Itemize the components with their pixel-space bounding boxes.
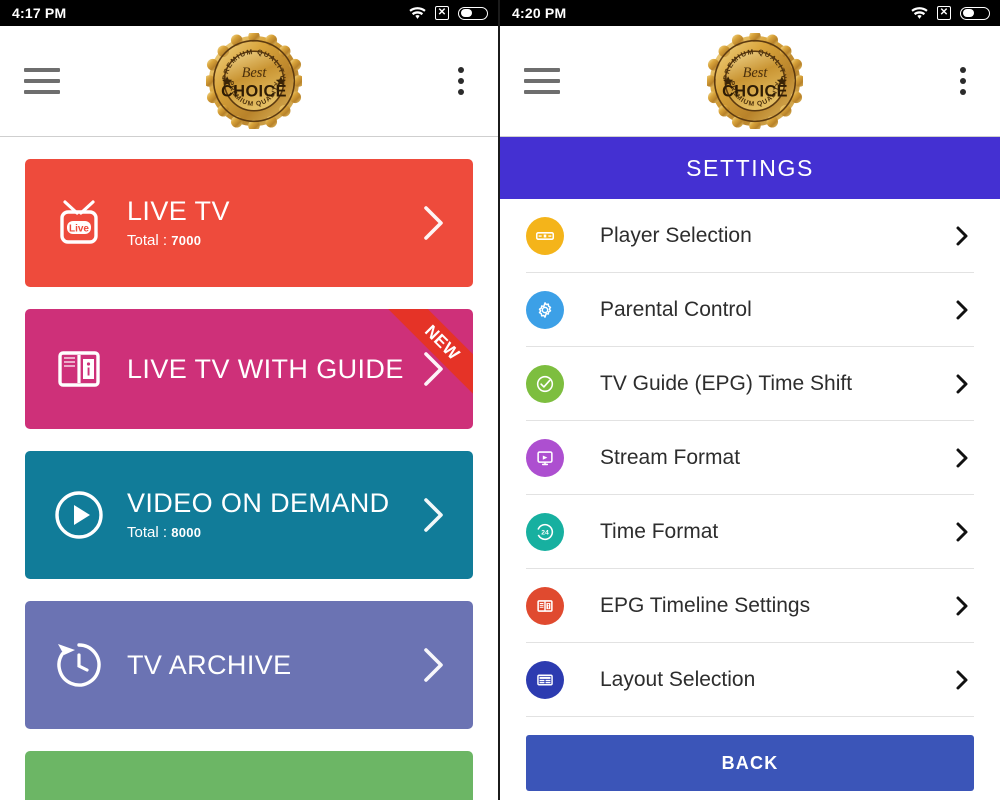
- play-circle-icon: [51, 488, 107, 542]
- chevron-right-icon: [421, 495, 453, 535]
- chevron-right-icon: [954, 595, 974, 617]
- chevron-right-icon: [954, 299, 974, 321]
- player-bar-icon: [526, 216, 564, 255]
- settings-item-label: Parental Control: [600, 297, 752, 321]
- tile-live-tv-body: LIVE TV Total : 7000: [107, 196, 421, 249]
- left-status-bar: 4:17 PM ✕: [0, 0, 498, 26]
- wifi-icon: [409, 6, 426, 20]
- tile-tv-archive-body: TV ARCHIVE: [107, 649, 421, 680]
- best-choice-badge-logo: PREMIUM QUALITY PREMIUM QUALITY Best CHO…: [707, 33, 803, 129]
- tile-tv-archive[interactable]: TV ARCHIVE: [25, 601, 473, 729]
- back-button[interactable]: BACK: [526, 735, 974, 791]
- settings-item-parental-control[interactable]: Parental Control: [526, 273, 974, 347]
- home-tiles-list: Live LIVE TV Total : 7000 LIVE TV WITH G…: [0, 137, 498, 800]
- chevron-right-icon: [954, 669, 974, 691]
- settings-item-label: Player Selection: [600, 223, 752, 247]
- tile-partial-green[interactable]: [25, 751, 473, 800]
- svg-text:24: 24: [541, 529, 549, 536]
- battery-icon: [960, 6, 990, 20]
- gear-icon: [526, 290, 564, 329]
- settings-item-time-format[interactable]: 24 Time Format: [526, 495, 974, 569]
- tile-subtitle-label: Total :: [127, 523, 168, 541]
- monitor-icon: [526, 438, 564, 477]
- chevron-right-icon: [954, 373, 974, 395]
- layout-grid-icon: [526, 660, 564, 699]
- svg-text:Live: Live: [69, 224, 89, 235]
- right-phone-screen: 4:20 PM ✕ PREMIUM QUALITY PREMIUM QUALIT…: [500, 0, 1000, 800]
- hamburger-menu-icon[interactable]: [524, 68, 560, 94]
- wifi-icon: [911, 6, 928, 20]
- tile-video-on-demand-body: VIDEO ON DEMAND Total : 8000: [107, 488, 421, 541]
- tile-subtitle: Total : 8000: [127, 524, 421, 541]
- tile-title: LIVE TV: [127, 196, 230, 227]
- tile-title: TV ARCHIVE: [127, 649, 292, 680]
- tile-video-on-demand[interactable]: VIDEO ON DEMAND Total : 8000: [25, 451, 473, 579]
- svg-text:Best: Best: [743, 65, 769, 81]
- settings-item-label: TV Guide (EPG) Time Shift: [600, 371, 853, 395]
- dual-screenshot-container: 4:17 PM ✕ PREMIUM QUALITY PREMIUM QUALIT…: [0, 0, 1000, 800]
- chevron-right-icon: [954, 225, 974, 247]
- settings-item-label: Stream Format: [600, 445, 741, 469]
- chevron-right-icon: [421, 349, 453, 389]
- settings-item-tv-guide-time-shift[interactable]: TV Guide (EPG) Time Shift: [526, 347, 974, 421]
- settings-banner-title: SETTINGS: [686, 154, 814, 181]
- settings-list: Player Selection Parental Control TV Gui…: [500, 199, 1000, 717]
- tile-title: LIVE TV WITH GUIDE: [127, 353, 404, 384]
- settings-item-label: Layout Selection: [600, 667, 756, 691]
- status-bar-time: 4:17 PM: [12, 5, 67, 21]
- settings-item-layout-selection[interactable]: Layout Selection: [526, 643, 974, 717]
- chevron-right-icon: [954, 447, 974, 469]
- live-tv-icon: Live: [51, 198, 107, 248]
- tile-live-tv-with-guide[interactable]: LIVE TV WITH GUIDE NEW: [25, 309, 473, 429]
- right-status-bar: 4:20 PM ✕: [500, 0, 1000, 26]
- chevron-right-icon: [421, 645, 453, 685]
- settings-banner: SETTINGS: [500, 137, 1000, 199]
- no-sim-icon: ✕: [937, 6, 951, 20]
- hamburger-menu-icon[interactable]: [24, 68, 60, 94]
- status-bar-time: 4:20 PM: [512, 5, 567, 21]
- tile-title: VIDEO ON DEMAND: [127, 488, 390, 519]
- settings-item-label: Time Format: [600, 519, 719, 543]
- right-app-bar: PREMIUM QUALITY PREMIUM QUALITY Best CHO…: [500, 26, 1000, 137]
- svg-text:CHOICE: CHOICE: [722, 82, 788, 100]
- svg-text:Best: Best: [242, 65, 268, 81]
- no-sim-icon: ✕: [435, 6, 449, 20]
- svg-text:CHOICE: CHOICE: [221, 82, 287, 100]
- settings-item-epg-timeline-settings[interactable]: EPG Timeline Settings: [526, 569, 974, 643]
- chevron-right-icon: [954, 521, 974, 543]
- clock-24-icon: 24: [526, 512, 564, 551]
- tile-subtitle: Total : 7000: [127, 232, 421, 249]
- left-phone-screen: 4:17 PM ✕ PREMIUM QUALITY PREMIUM QUALIT…: [0, 0, 500, 800]
- tile-subtitle-label: Total :: [127, 231, 168, 249]
- guide-book-icon: [51, 347, 107, 391]
- best-choice-badge-logo: PREMIUM QUALITY PREMIUM QUALITY Best CHO…: [206, 33, 302, 129]
- settings-item-label: EPG Timeline Settings: [600, 593, 811, 617]
- left-app-bar: PREMIUM QUALITY PREMIUM QUALITY Best CHO…: [0, 26, 498, 137]
- history-clock-icon: [51, 638, 107, 692]
- tile-live-tv[interactable]: Live LIVE TV Total : 7000: [25, 159, 473, 287]
- epg-book-icon: [526, 586, 564, 625]
- check-circle-icon: [526, 364, 564, 403]
- battery-icon: [458, 6, 488, 20]
- status-bar-icons: ✕: [911, 6, 990, 20]
- chevron-right-icon: [421, 203, 453, 243]
- tile-subtitle-value: 8000: [171, 524, 202, 540]
- kebab-menu-icon[interactable]: [448, 67, 474, 95]
- settings-item-player-selection[interactable]: Player Selection: [526, 199, 974, 273]
- tile-live-tv-with-guide-body: LIVE TV WITH GUIDE: [107, 353, 421, 384]
- status-bar-icons: ✕: [409, 6, 488, 20]
- settings-item-stream-format[interactable]: Stream Format: [526, 421, 974, 495]
- kebab-menu-icon[interactable]: [950, 67, 976, 95]
- tile-subtitle-value: 7000: [171, 232, 202, 248]
